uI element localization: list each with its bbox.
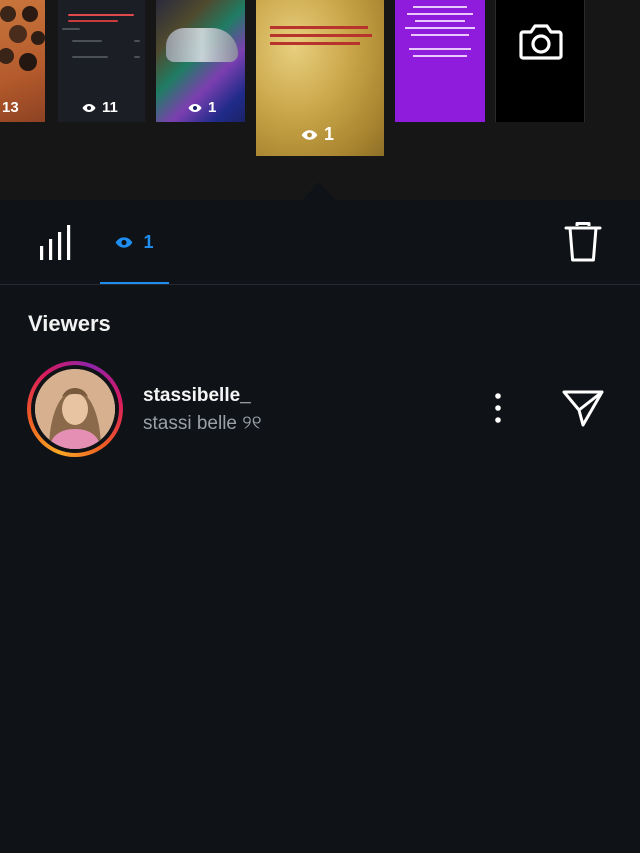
story-strip: 13 11 1 1 <box>0 0 640 200</box>
story-view-count: 1 <box>301 124 334 145</box>
trash-icon <box>564 222 602 262</box>
send-icon <box>562 390 604 427</box>
story-ring[interactable] <box>27 361 123 457</box>
active-tab-indicator <box>100 282 169 284</box>
story-image <box>166 28 238 62</box>
story-thumbnail-selected[interactable]: 1 <box>256 0 384 156</box>
viewer-full-name: stassi belle ୨୧ <box>143 413 262 434</box>
eye-icon <box>82 103 96 112</box>
add-story-camera[interactable] <box>495 0 585 122</box>
story-thumbnail[interactable]: 11 <box>58 0 145 122</box>
eye-icon <box>188 103 202 112</box>
story-view-count: 11 <box>82 99 118 116</box>
viewer-row[interactable]: stassibelle_ stassi belle ୨୧ <box>0 358 640 458</box>
story-view-count: 13 <box>2 99 19 116</box>
story-thumbnail[interactable]: 13 <box>0 0 45 122</box>
story-thumbnail[interactable] <box>395 0 485 122</box>
bar-chart-icon <box>40 225 71 260</box>
tab-viewers[interactable]: 1 <box>100 200 169 285</box>
viewers-count: 1 <box>143 232 154 252</box>
story-image <box>405 6 475 57</box>
story-insights-tabs: 1 <box>0 200 640 285</box>
more-vertical-icon <box>495 393 501 423</box>
story-image <box>270 26 372 45</box>
story-image <box>0 6 45 71</box>
send-message-button[interactable] <box>561 388 605 428</box>
viewers-heading: Viewers <box>28 311 111 336</box>
viewer-username[interactable]: stassibelle_ <box>143 385 251 407</box>
eye-icon <box>301 129 318 140</box>
avatar <box>35 369 115 449</box>
eye-icon <box>116 237 133 248</box>
story-thumbnail[interactable]: 1 <box>156 0 245 122</box>
tab-insights[interactable] <box>38 224 76 262</box>
delete-story-button[interactable] <box>563 220 603 264</box>
camera-icon <box>519 24 563 60</box>
selected-story-pointer <box>302 182 336 200</box>
story-view-count: 1 <box>188 99 216 116</box>
more-options-button[interactable] <box>485 391 511 425</box>
